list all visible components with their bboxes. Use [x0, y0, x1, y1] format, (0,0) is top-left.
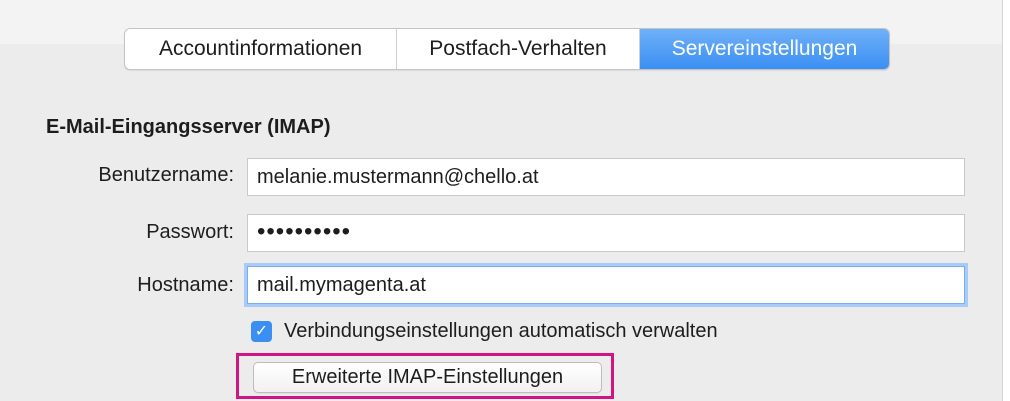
tab-servereinstellungen[interactable]: Servereinstellungen [640, 29, 889, 69]
username-field[interactable]: melanie.mustermann@chello.at [247, 158, 965, 196]
username-label: Benutzername: [98, 164, 234, 186]
section-title: E-Mail-Eingangsserver (IMAP) [46, 116, 331, 138]
password-field[interactable]: •••••••••• [247, 214, 965, 252]
hostname-field[interactable]: mail.mymagenta.at [247, 266, 965, 304]
auto-manage-label[interactable]: Verbindungseinstellungen automatisch ver… [284, 320, 718, 343]
tab-postfach-verhalten[interactable]: Postfach-Verhalten [397, 29, 640, 69]
hostname-label: Hostname: [137, 274, 234, 296]
tab-bar: Accountinformationen Postfach-Verhalten … [124, 28, 890, 70]
settings-panel: Accountinformationen Postfach-Verhalten … [0, 0, 1003, 401]
advanced-imap-settings-button[interactable]: Erweiterte IMAP-Einstellungen [253, 362, 602, 393]
password-label: Passwort: [146, 221, 234, 243]
tab-accountinformationen[interactable]: Accountinformationen [125, 29, 397, 69]
auto-manage-checkbox[interactable]: ✓ [251, 321, 272, 342]
checkmark-icon: ✓ [254, 323, 269, 340]
